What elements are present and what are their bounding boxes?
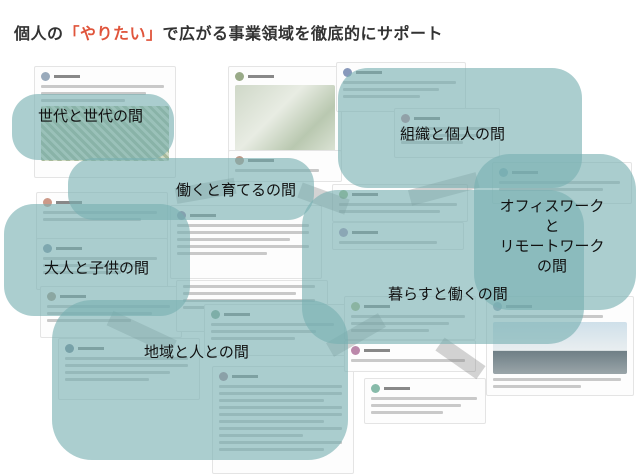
topic-label-region-people: 地域と人との間 [144,343,249,361]
topic-label-adults-children: 大人と子供の間 [44,259,150,277]
topic-label-living-working: 暮らすと働くの間 [388,285,508,303]
topic-bubble-region-people [52,300,348,460]
post-card [364,378,486,424]
topic-label-office-remote-line1: オフィスワーク [499,197,605,215]
topic-label-office-remote-line3: リモートワーク [499,237,605,255]
topic-label-work-parenting: 働くと育てるの間 [176,181,297,199]
topic-label-org-individual: 組織と個人の間 [400,125,506,143]
topic-label-office-remote-line2: と [544,217,560,235]
topic-label-generations: 世代と世代の間 [38,107,144,125]
topic-bubble-generations [12,94,174,160]
topic-label-office-remote-line4: の間 [536,257,567,275]
topic-label-office-remote: オフィスワーク と リモートワーク の間 [494,196,610,276]
